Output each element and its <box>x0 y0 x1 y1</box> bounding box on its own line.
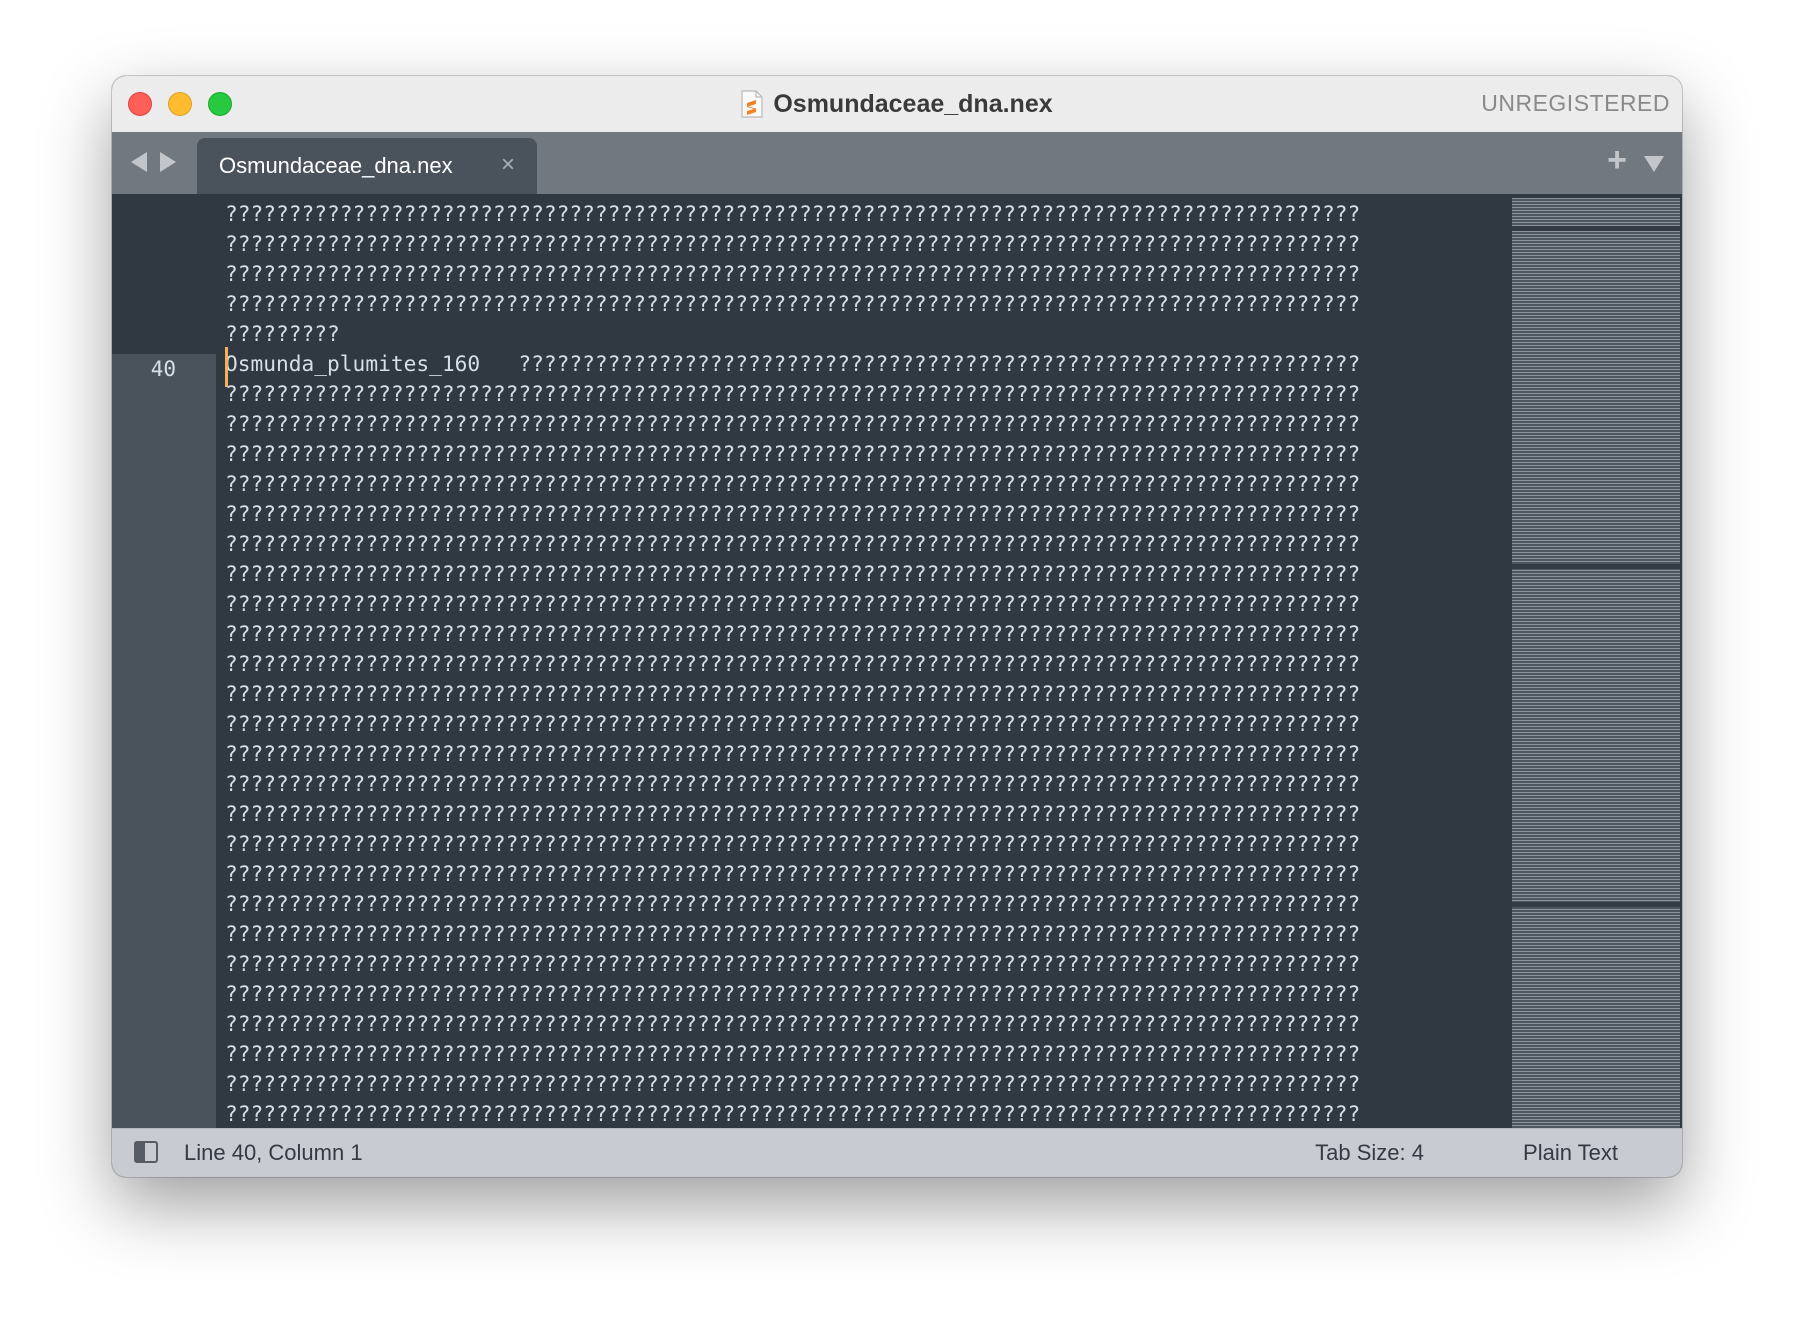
code-line[interactable]: ????????????????????????????????????????… <box>225 889 1635 919</box>
code-line[interactable]: ????????????????????????????????????????… <box>225 739 1635 769</box>
code-line[interactable]: ????????????????????????????????????????… <box>225 799 1635 829</box>
line-number: 40 <box>150 357 176 381</box>
code-line[interactable]: ????????? <box>225 319 1635 349</box>
code-line[interactable]: ????????????????????????????????????????… <box>225 619 1635 649</box>
code-line[interactable]: ????????????????????????????????????????… <box>225 529 1635 559</box>
code-line[interactable]: ????????????????????????????????????????… <box>225 829 1635 859</box>
window-title-group: Osmundaceae_dna.nex <box>112 76 1682 132</box>
triangle-right-icon[interactable] <box>160 152 176 172</box>
code-line[interactable]: ????????????????????????????????????????… <box>225 709 1635 739</box>
code-line[interactable]: ????????????????????????????????????????… <box>225 379 1635 409</box>
code-line[interactable]: ????????????????????????????????????????… <box>225 949 1635 979</box>
sublime-file-icon <box>741 90 763 118</box>
code-line[interactable]: ????????????????????????????????????????… <box>225 1039 1635 1069</box>
text-buffer[interactable]: ????????????????????????????????????????… <box>225 199 1635 1129</box>
code-line[interactable]: ????????????????????????????????????????… <box>225 769 1635 799</box>
code-line[interactable]: ????????????????????????????????????????… <box>225 679 1635 709</box>
tab-osmundaceae-dna[interactable]: Osmundaceae_dna.nex × <box>197 138 537 194</box>
text-caret <box>225 347 228 387</box>
window-title: Osmundaceae_dna.nex <box>773 89 1053 118</box>
code-line[interactable]: ????????????????????????????????????????… <box>225 259 1635 289</box>
minimap-marker <box>1512 564 1680 569</box>
tab-size-selector[interactable]: Tab Size: 4 <box>1315 1140 1424 1166</box>
code-line[interactable]: ????????????????????????????????????????… <box>225 439 1635 469</box>
code-line[interactable]: ????????????????????????????????????????… <box>225 469 1635 499</box>
code-line[interactable]: ????????????????????????????????????????… <box>225 1099 1635 1129</box>
current-line-gutter-highlight <box>112 354 216 1129</box>
close-icon[interactable]: × <box>501 151 515 179</box>
code-line[interactable]: ????????????????????????????????????????… <box>225 649 1635 679</box>
sidebar-toggle-icon[interactable] <box>134 1141 158 1163</box>
status-bar: Line 40, Column 1 Tab Size: 4 Plain Text <box>112 1128 1682 1177</box>
chevron-down-icon[interactable] <box>1644 156 1664 172</box>
code-line[interactable]: ????????????????????????????????????????… <box>225 409 1635 439</box>
minimap-marker <box>1512 226 1680 231</box>
editor-window: Osmundaceae_dna.nex UNREGISTERED Osmunda… <box>112 76 1682 1177</box>
code-line[interactable]: ????????????????????????????????????????… <box>225 229 1635 259</box>
cursor-position[interactable]: Line 40, Column 1 <box>184 1140 363 1166</box>
editor-area[interactable]: 40 ?????????????????????????????????????… <box>112 194 1682 1129</box>
tab-bar: Osmundaceae_dna.nex × + <box>112 132 1682 194</box>
code-line[interactable]: ????????????????????????????????????????… <box>225 919 1635 949</box>
code-line[interactable]: Osmunda_plumites_160 ???????????????????… <box>225 349 1635 379</box>
code-line[interactable]: ????????????????????????????????????????… <box>225 559 1635 589</box>
code-line[interactable]: ????????????????????????????????????????… <box>225 1069 1635 1099</box>
triangle-left-icon[interactable] <box>131 152 147 172</box>
registration-status: UNREGISTERED <box>1481 90 1670 116</box>
minimap-marker <box>1512 902 1680 907</box>
code-line[interactable]: ????????????????????????????????????????… <box>225 199 1635 229</box>
plus-icon[interactable]: + <box>1607 141 1627 180</box>
syntax-selector[interactable]: Plain Text <box>1523 1140 1618 1166</box>
minimap[interactable] <box>1512 198 1680 1129</box>
tab-label: Osmundaceae_dna.nex <box>219 153 453 178</box>
code-line[interactable]: ????????????????????????????????????????… <box>225 859 1635 889</box>
code-line[interactable]: ????????????????????????????????????????… <box>225 289 1635 319</box>
code-line[interactable]: ????????????????????????????????????????… <box>225 1009 1635 1039</box>
code-line[interactable]: ????????????????????????????????????????… <box>225 499 1635 529</box>
code-line[interactable]: ????????????????????????????????????????… <box>225 979 1635 1009</box>
code-line[interactable]: ????????????????????????????????????????… <box>225 589 1635 619</box>
title-bar: Osmundaceae_dna.nex UNREGISTERED <box>112 76 1682 133</box>
